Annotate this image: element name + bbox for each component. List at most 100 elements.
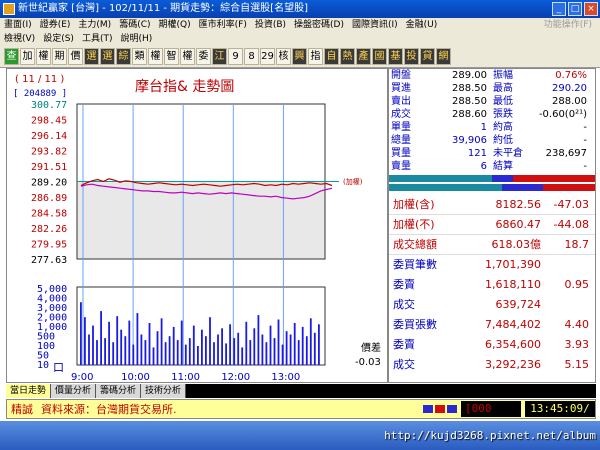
toolbar-button[interactable]: 國: [372, 48, 387, 65]
menu-item[interactable]: 說明(H): [120, 32, 152, 46]
maximize-icon[interactable]: □: [568, 2, 582, 16]
volume-bar: [305, 336, 308, 365]
quote-value: 238,697: [545, 148, 587, 159]
menu-item[interactable]: 國際資訊(I): [352, 18, 398, 32]
toolbar-button[interactable]: 智: [164, 48, 179, 65]
toolbar-button[interactable]: 指: [308, 48, 323, 65]
volume-bar: [116, 316, 119, 365]
toolbar-button[interactable]: 選: [100, 48, 115, 65]
x-tick-label: 9:00: [71, 372, 93, 383]
price-tick-label: 289.20: [31, 178, 67, 189]
volume-bar: [241, 347, 244, 365]
order-ratio: 0.95: [564, 278, 590, 291]
toolbar-button[interactable]: 9: [228, 48, 243, 65]
volume-bar: [285, 331, 288, 365]
quote-label: 未平倉: [493, 148, 523, 159]
toolbar-button[interactable]: 網: [436, 48, 451, 65]
price-tick-label: 300.77: [31, 100, 67, 111]
toolbar-button[interactable]: 委: [196, 48, 211, 65]
volume-bar: [88, 334, 90, 365]
status-clock: 13:45:09/: [525, 401, 595, 417]
toolbar-button[interactable]: 江: [212, 48, 227, 65]
order-label: 成交: [393, 298, 415, 311]
toolbar-button[interactable]: 投: [404, 48, 419, 65]
close-icon[interactable]: ×: [584, 2, 598, 16]
chart-title: 摩台指& 走勢圖: [135, 78, 234, 95]
index-row: 加權(不) 6860.47 -44.08: [389, 215, 595, 235]
menu-item[interactable]: 畫面(I): [4, 18, 32, 32]
toolbar-button[interactable]: 熱: [340, 48, 355, 65]
tab-3[interactable]: 技術分析: [141, 384, 187, 398]
tab-1[interactable]: 價量分析: [51, 384, 97, 398]
menubar: 畫面(I) 證券(E) 主力(M) 籌碼(C) 期權(Q) 匯市利率(F) 投資(B) 操盤密…: [0, 18, 600, 46]
index-change: -44.08: [553, 218, 589, 231]
status-bar: 精誠 資料來源：台灣期貨交易所. [000 13:45:09/: [6, 399, 596, 419]
toolbar-button[interactable]: 權: [180, 48, 195, 65]
order-label: 成交: [393, 358, 415, 371]
volume-bar: [104, 338, 106, 365]
tab-0[interactable]: 當日走勢: [6, 384, 52, 398]
volume-bar: [233, 338, 236, 365]
menu-item[interactable]: 工具(T): [82, 32, 113, 46]
volume-bar: [92, 325, 94, 365]
order-row: 成交 639,724: [389, 295, 595, 315]
volume-bar: [277, 319, 280, 365]
menu-item[interactable]: 期權(Q): [159, 18, 191, 32]
quote-label: 總量: [391, 135, 411, 146]
menu-row-2: 檢視(V) 設定(S) 工具(T) 說明(H): [0, 32, 600, 46]
volume-bar: [184, 344, 187, 365]
volume-bar: [197, 346, 199, 365]
menu-item[interactable]: 投資(B): [255, 18, 286, 32]
menu-item[interactable]: 主力(M): [78, 18, 111, 32]
diff-value: -0.03: [355, 357, 381, 368]
chart-date: ( 11 / 11 ): [15, 74, 64, 85]
volume-bar: [249, 340, 252, 365]
menu-item[interactable]: 金融(U): [406, 18, 438, 32]
order-row: 委買筆數 1,701,390: [389, 255, 595, 275]
toolbar-button[interactable]: 價: [68, 48, 83, 65]
menu-item[interactable]: 證券(E): [40, 18, 71, 32]
toolbar-button[interactable]: 興: [292, 48, 307, 65]
menu-item[interactable]: 檢視(V): [4, 32, 35, 46]
toolbar-button[interactable]: 加: [20, 48, 35, 65]
menu-row-1: 畫面(I) 證券(E) 主力(M) 籌碼(C) 期權(Q) 匯市利率(F) 投資(B) 操盤密…: [0, 18, 600, 32]
quote-value: -: [583, 122, 587, 133]
toolbar-button[interactable]: 貸: [420, 48, 435, 65]
volume-bar: [225, 343, 227, 365]
toolbar-button[interactable]: 權: [148, 48, 163, 65]
quote-value: 288.50: [452, 96, 487, 107]
index-change: 18.7: [564, 238, 590, 251]
quote-value: 39,906: [452, 135, 487, 146]
menu-item[interactable]: 操盤密碼(D): [294, 18, 344, 32]
menu-item[interactable]: 設定(S): [43, 32, 74, 46]
toolbar-button[interactable]: 查: [4, 48, 19, 65]
quote-row: 單量 1 約高 -: [389, 121, 595, 134]
toolbar-button[interactable]: 核: [276, 48, 291, 65]
toolbar-button[interactable]: 綜: [116, 48, 131, 65]
toolbar-button[interactable]: 基: [388, 48, 403, 65]
quote-label: 最高: [493, 83, 513, 94]
toolbar-button[interactable]: 產: [356, 48, 371, 65]
menu-item[interactable]: 匯市利率(F): [199, 18, 247, 32]
toolbar-button[interactable]: 選: [84, 48, 99, 65]
toolbar-button[interactable]: 29: [260, 48, 275, 65]
minimize-icon[interactable]: _: [552, 2, 566, 16]
menu-item-right[interactable]: 功能操作(F): [544, 18, 592, 32]
order-value: 639,724: [495, 298, 542, 311]
chart-code: [ 204889 ]: [13, 89, 67, 99]
volume-bar: [148, 323, 151, 365]
toolbar-button[interactable]: 期: [52, 48, 67, 65]
quote-value: 121: [467, 148, 487, 159]
toolbar-button[interactable]: 8: [244, 48, 259, 65]
tab-2[interactable]: 籌碼分析: [96, 384, 142, 398]
order-value: 7,484,402: [485, 318, 541, 331]
toolbar-button[interactable]: 權: [36, 48, 51, 65]
order-ratio: [541, 295, 593, 315]
toolbar-button[interactable]: 類: [132, 48, 147, 65]
chart-note: (加權): [343, 177, 363, 186]
quote-label: 賣出: [391, 96, 411, 107]
quote-row: 買量 121 未平倉 238,697: [389, 147, 595, 160]
toolbar-button[interactable]: 自: [324, 48, 339, 65]
menu-item[interactable]: 籌碼(C): [119, 18, 150, 32]
volume-bar: [120, 329, 123, 365]
